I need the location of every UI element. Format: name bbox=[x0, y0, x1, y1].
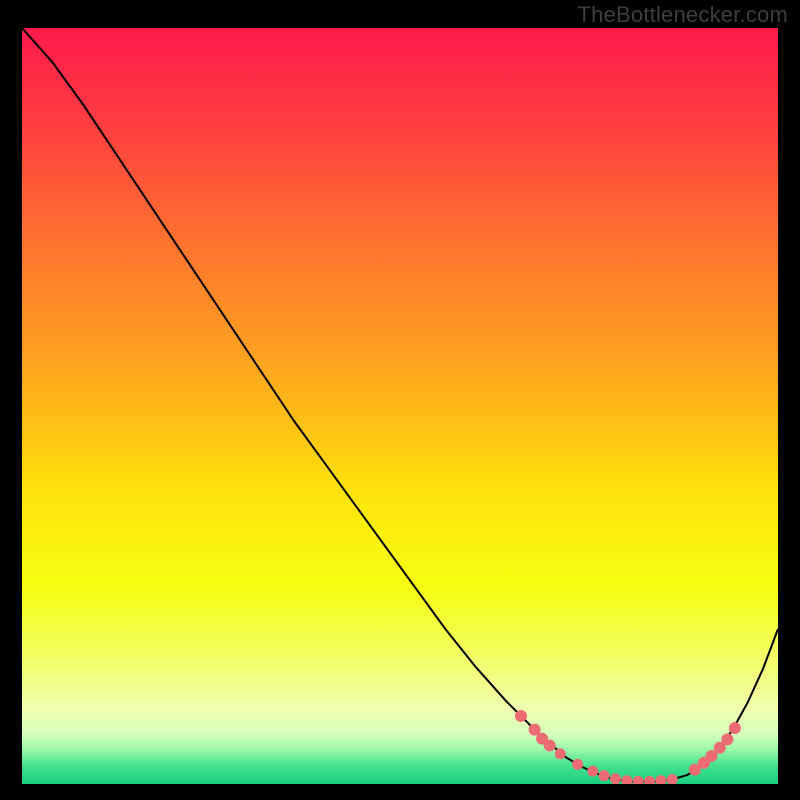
curve-marker bbox=[515, 710, 527, 722]
curve-marker bbox=[599, 770, 610, 781]
chart-container: TheBottlenecker.com bbox=[0, 0, 800, 800]
attribution-text: TheBottlenecker.com bbox=[578, 2, 788, 28]
curve-marker bbox=[729, 722, 741, 734]
curve-marker bbox=[721, 733, 733, 745]
curve-marker bbox=[544, 739, 556, 751]
gradient-background bbox=[22, 28, 778, 784]
curve-marker bbox=[555, 748, 566, 759]
chart-plot bbox=[22, 28, 778, 784]
curve-marker bbox=[572, 759, 583, 770]
curve-marker bbox=[610, 773, 621, 784]
curve-marker bbox=[587, 766, 598, 777]
